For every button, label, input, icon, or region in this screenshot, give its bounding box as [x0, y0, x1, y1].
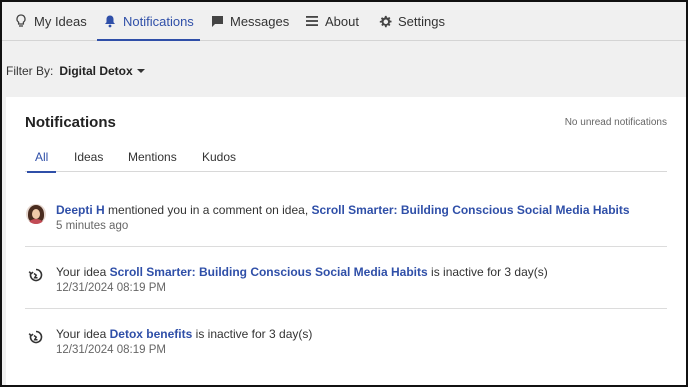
notification-time: 12/31/2024 08:19 PM	[56, 282, 166, 294]
nav-settings[interactable]: Settings	[378, 2, 445, 40]
filter-label: Filter By:	[6, 64, 54, 78]
menu-lines-icon	[305, 14, 319, 28]
chat-bubble-icon	[210, 14, 224, 28]
gear-icon	[378, 14, 392, 28]
notification-item[interactable]: Your idea Scroll Smarter: Building Consc…	[25, 247, 667, 309]
filter-value: Digital Detox	[59, 64, 133, 78]
notification-suffix: is inactive for 3 day(s)	[431, 265, 548, 279]
nav-my-ideas[interactable]: My Ideas	[14, 2, 87, 40]
notification-prefix: Your idea	[56, 265, 107, 279]
notification-text: Your idea Detox benefits is inactive for…	[56, 327, 312, 341]
unread-status: No unread notifications	[564, 117, 667, 128]
nav-my-ideas-label: My Ideas	[34, 13, 87, 29]
nav-messages-label: Messages	[230, 13, 290, 29]
notification-time: 5 minutes ago	[56, 220, 129, 232]
app-window: My Ideas Notifications Messages About Se…	[0, 0, 688, 387]
user-avatar[interactable]	[25, 203, 47, 225]
notification-tabs: All Ideas Mentions Kudos	[25, 144, 667, 173]
notification-text: Your idea Scroll Smarter: Building Consc…	[56, 265, 548, 279]
nav-notifications-label: Notifications	[123, 13, 194, 29]
inactive-idea-icon	[25, 264, 47, 286]
notification-time: 12/31/2024 08:19 PM	[56, 344, 166, 356]
idea-link[interactable]: Detox benefits	[110, 327, 193, 341]
nav-about[interactable]: About	[305, 2, 359, 40]
card-title: Notifications	[25, 114, 116, 131]
nav-settings-label: Settings	[398, 13, 445, 29]
actor-link[interactable]: Deepti H	[56, 203, 105, 217]
notification-suffix: is inactive for 3 day(s)	[195, 327, 313, 341]
notification-message: mentioned you in a comment on idea,	[108, 203, 309, 217]
notification-item[interactable]: Your idea Detox benefits is inactive for…	[25, 309, 667, 371]
tab-all[interactable]: All	[26, 150, 57, 173]
notification-item[interactable]: Deepti H mentioned you in a comment on i…	[25, 195, 667, 247]
top-nav: My Ideas Notifications Messages About Se…	[2, 2, 686, 41]
idea-link[interactable]: Scroll Smarter: Building Conscious Socia…	[312, 203, 630, 217]
chevron-down-icon	[136, 69, 145, 73]
lightbulb-icon	[14, 14, 28, 28]
bell-icon	[103, 14, 117, 28]
nav-messages[interactable]: Messages	[210, 2, 289, 40]
filter-dropdown[interactable]: Digital Detox	[59, 64, 145, 78]
tab-kudos[interactable]: Kudos	[202, 150, 236, 164]
tab-mentions[interactable]: Mentions	[128, 150, 177, 164]
filter-bar: Filter By: Digital Detox	[6, 64, 145, 78]
notification-text: Deepti H mentioned you in a comment on i…	[56, 203, 630, 217]
notification-prefix: Your idea	[56, 327, 107, 341]
tab-ideas[interactable]: Ideas	[74, 150, 103, 164]
nav-about-label: About	[325, 13, 359, 29]
nav-notifications[interactable]: Notifications	[97, 2, 200, 41]
inactive-idea-icon	[25, 326, 47, 348]
notifications-card: Notifications No unread notifications Al…	[6, 97, 686, 385]
idea-link[interactable]: Scroll Smarter: Building Conscious Socia…	[110, 265, 428, 279]
